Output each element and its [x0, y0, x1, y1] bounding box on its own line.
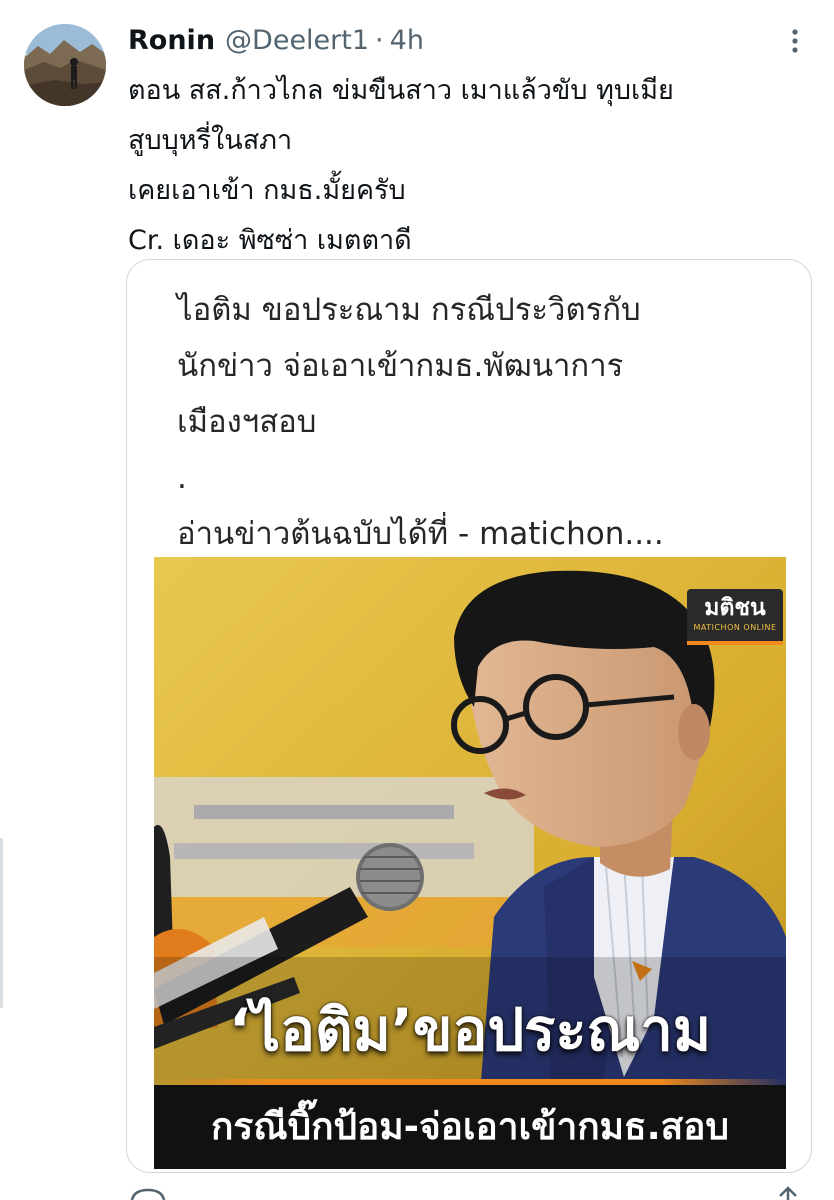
tweet-text-line: ตอน สส.ก้าวไกล ข่มขืนสาว เมาแล้วขับ ทุบเ… [128, 75, 674, 106]
news-photo[interactable]: มติชน MATICHON ONLINE ‘ไอติม’ขอประณาม กร… [154, 557, 786, 1169]
tweet[interactable]: Ronin @Deelert1 · 4h ตอน สส.ก้าวไกล ข่มข… [0, 0, 834, 1200]
more-options-button[interactable] [778, 24, 812, 58]
tweet-text-line: สูบบุหรี่ในสภา [128, 125, 293, 156]
tweet-action-bar [128, 1186, 818, 1200]
tweet-text-line: เคยเอาเข้า กมธ.มั้ยครับ [128, 175, 406, 206]
card-caption: ไอติม ขอประณาม กรณีประวิตรกับ นักข่าว จ่… [177, 282, 787, 562]
reply-icon[interactable] [128, 1186, 168, 1200]
card-caption-link[interactable]: อ่านข่าวต้นฉบับได้ที่ - matichon.... [177, 506, 787, 562]
author-name[interactable]: Ronin [128, 25, 215, 56]
logo-accent-bar [687, 641, 783, 645]
separator-dot: · [375, 24, 384, 56]
tweet-header: Ronin @Deelert1 · 4h [128, 20, 424, 60]
share-icon[interactable] [768, 1186, 808, 1200]
profile-photo-icon [24, 24, 106, 106]
card-caption-line: . [177, 460, 187, 496]
card-caption-line: ไอติม ขอประณาม กรณีประวิตรกับ [177, 292, 641, 328]
image-headline: ‘ไอติม’ขอประณาม [228, 996, 712, 1064]
tweet-timestamp[interactable]: 4h [390, 25, 424, 56]
avatar[interactable] [24, 24, 106, 106]
logo-subtitle: MATICHON ONLINE [693, 623, 777, 632]
speaker-at-microphone-photo [154, 557, 786, 1169]
matichon-logo: มติชน MATICHON ONLINE [687, 589, 783, 645]
image-subheadline: กรณีบิ๊กป้อม-จ่อเอาเข้ากมธ.สอบ [154, 1085, 786, 1169]
card-caption-line: นักข่าว จ่อเอาเข้ากมธ.พัฒนาการ [177, 348, 624, 384]
logo-wordmark: มติชน [704, 595, 766, 621]
card-caption-line: เมืองฯสอบ [177, 404, 317, 440]
more-options-icon [792, 29, 798, 53]
embedded-post-card[interactable]: ไอติม ขอประณาม กรณีประวิตรกับ นักข่าว จ่… [126, 259, 812, 1173]
author-handle[interactable]: @Deelert1 [225, 25, 369, 56]
tweet-text: ตอน สส.ก้าวไกล ข่มขืนสาว เมาแล้วขับ ทุบเ… [128, 66, 818, 266]
scrollbar[interactable] [0, 838, 3, 1008]
